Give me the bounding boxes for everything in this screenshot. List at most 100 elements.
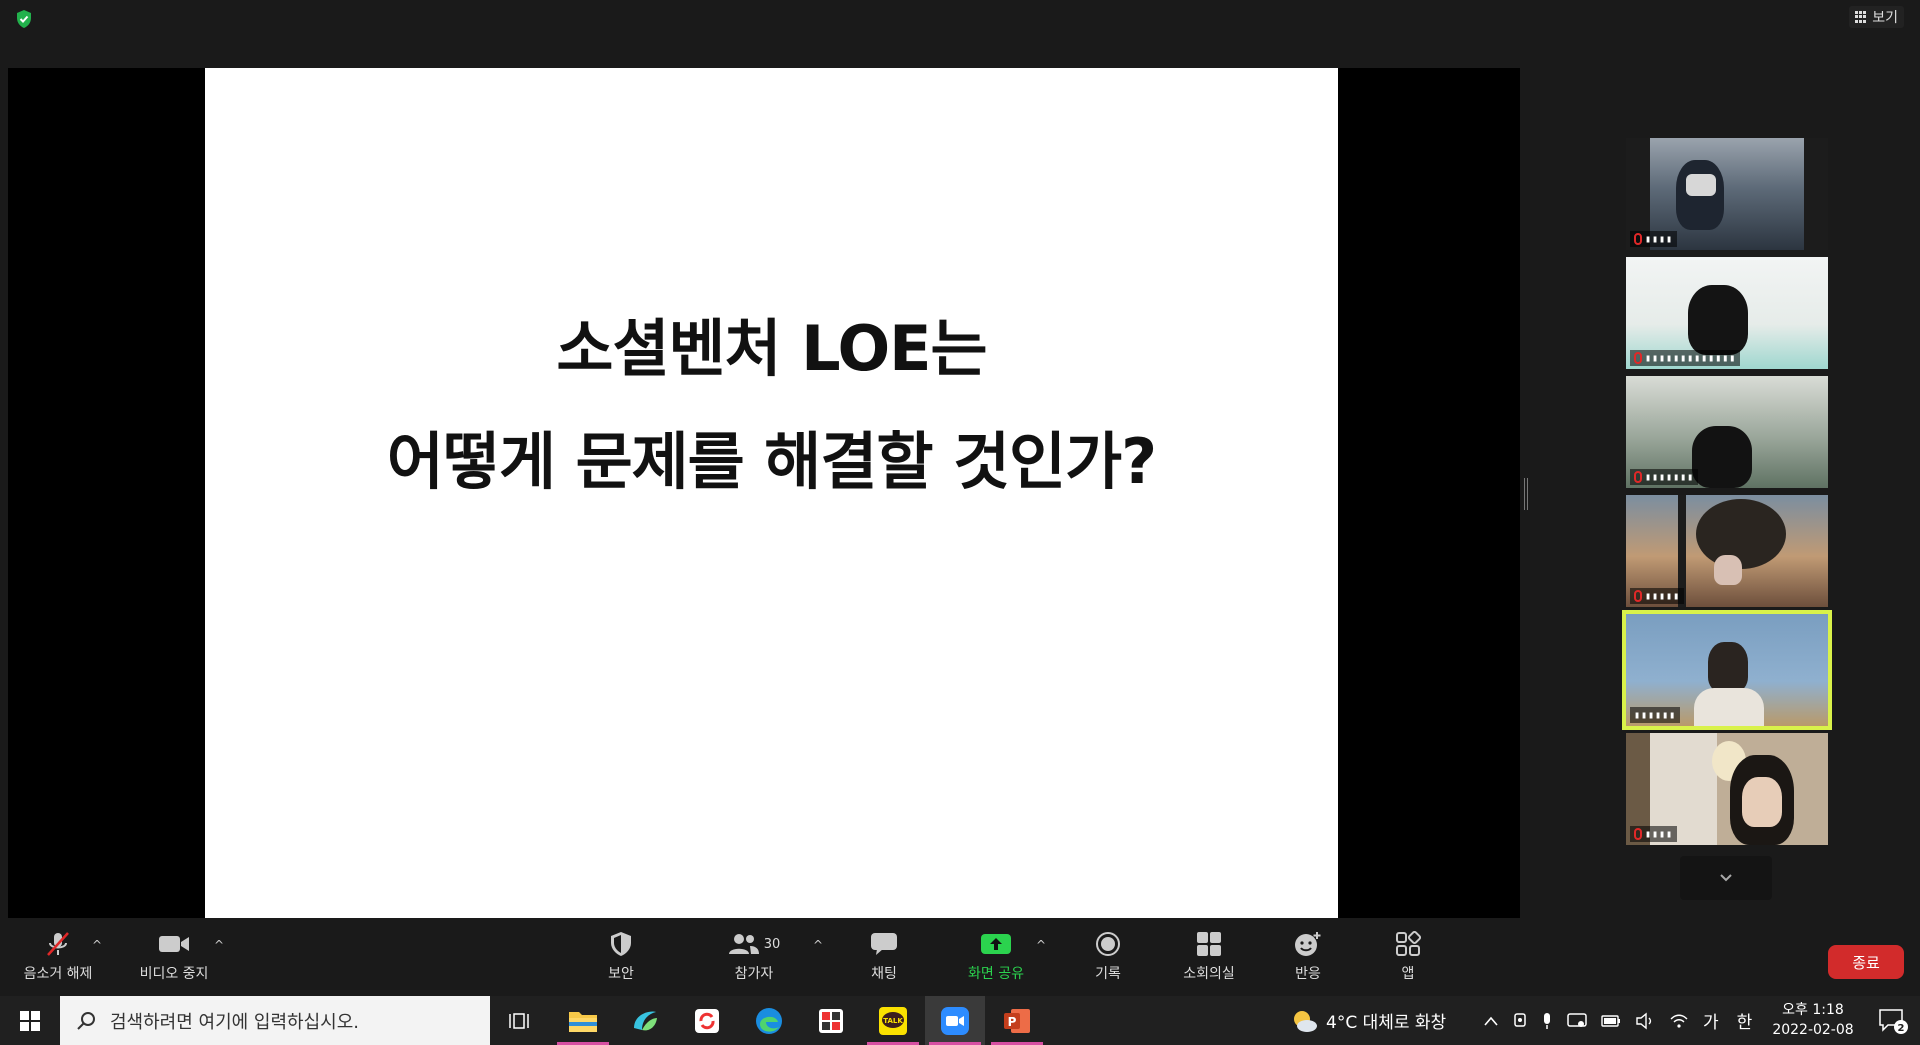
zoom-window: 보기 소셜벤처 LOE는 어떻게 문제를 해결할 것인가? ▮▮▮▮ ▮▮▮▮▮…	[0, 0, 1920, 996]
top-bar: 보기	[0, 0, 1920, 68]
breakout-rooms-label: 소회의실	[1183, 966, 1235, 982]
participant-count: 30	[763, 936, 781, 952]
stop-video-label: 비디오 중지	[139, 966, 209, 982]
video-tile[interactable]: ▮▮▮▮▮▮▮	[1626, 376, 1828, 488]
video-camera-icon	[158, 931, 190, 957]
share-screen-button[interactable]: 화면 공유	[955, 918, 1037, 996]
chat-bubble-icon	[870, 931, 898, 957]
name-label: ▮▮▮▮▮▮	[1630, 707, 1681, 723]
taskbar-kakaotalk[interactable]: TALK	[863, 996, 923, 1045]
apps-button[interactable]: 앱	[1372, 918, 1444, 996]
mic-muted-icon	[1634, 828, 1642, 840]
reactions-label: 반응	[1295, 966, 1321, 982]
system-tray: 가 한	[1483, 996, 1752, 1045]
breakout-rooms-button[interactable]: 소회의실	[1166, 918, 1252, 996]
share-screen-label: 화면 공유	[968, 966, 1024, 982]
sync-app-icon	[695, 1008, 719, 1033]
participants-button[interactable]: 30 참가자	[712, 918, 796, 996]
clock[interactable]: 오후 1:18 2022-02-08	[1768, 1000, 1858, 1040]
battery-icon[interactable]	[1601, 1014, 1621, 1027]
gallery-more-button[interactable]	[1680, 856, 1772, 900]
weather-widget[interactable]: 4°C 대체로 화창	[1290, 996, 1446, 1045]
unmute-button[interactable]: 음소거 해제	[10, 918, 106, 996]
record-label: 기록	[1095, 966, 1121, 982]
taskbar-powerpoint[interactable]: P	[987, 996, 1047, 1045]
audio-options-caret[interactable]: ^	[92, 938, 102, 952]
mic-muted-icon	[1634, 471, 1642, 483]
share-options-caret[interactable]: ^	[1036, 938, 1046, 952]
end-meeting-button[interactable]: 종료	[1828, 945, 1904, 979]
mic-muted-icon	[45, 931, 71, 957]
chevron-up-icon[interactable]	[1483, 1015, 1499, 1027]
search-icon	[77, 1011, 95, 1030]
media-app-icon	[819, 1008, 843, 1033]
mic-muted-icon	[1634, 233, 1642, 245]
chat-button[interactable]: 채팅	[848, 918, 920, 996]
windows-logo-icon	[20, 1010, 40, 1031]
screen-share-tray-icon[interactable]	[1567, 1012, 1587, 1030]
panel-resize-handle[interactable]	[1524, 478, 1528, 510]
folder-icon	[569, 1011, 597, 1032]
security-shield-icon[interactable]	[14, 9, 34, 29]
name-label: ▮▮▮▮▮▮▮▮▮▮▮▮▮	[1630, 350, 1741, 366]
video-options-caret[interactable]: ^	[214, 938, 224, 952]
participant-video	[1692, 426, 1752, 488]
taskbar-edge[interactable]	[739, 996, 799, 1045]
kakaotalk-icon: TALK	[879, 1006, 907, 1035]
windows-taskbar: 검색하려면 여기에 입력하십시오. TALK P 4°C 대체로 화창 가 한 …	[0, 996, 1920, 1045]
search-placeholder: 검색하려면 여기에 입력하십시오.	[110, 1011, 360, 1033]
participants-label: 참가자	[734, 966, 774, 982]
record-icon	[1095, 931, 1121, 957]
partly-sunny-icon	[1294, 1010, 1317, 1032]
svg-text:P: P	[1008, 1015, 1017, 1029]
participant-video	[1688, 285, 1748, 355]
taskbar-search-box[interactable]: 검색하려면 여기에 입력하십시오.	[60, 996, 490, 1045]
stop-video-button[interactable]: 비디오 중지	[126, 918, 222, 996]
video-tile[interactable]: ▮▮▮▮▮	[1626, 495, 1828, 607]
grid-icon	[1855, 11, 1867, 23]
presentation-slide: 소셜벤처 LOE는 어떻게 문제를 해결할 것인가?	[205, 68, 1338, 918]
meeting-controls: 음소거 해제 ^ 비디오 중지 ^ 보안 30 참가자 ^ 채팅 화면 공유 ^…	[0, 918, 1920, 996]
input-method-indicator[interactable]: 가	[1703, 1008, 1719, 1033]
taskbar-app-browser[interactable]	[615, 996, 675, 1045]
video-tile-active-speaker[interactable]: ▮▮▮▮▮▮	[1622, 610, 1832, 730]
camera-tray-icon[interactable]	[1513, 1012, 1527, 1030]
speaker-volume-icon[interactable]	[1635, 1012, 1655, 1030]
participants-icon	[728, 934, 759, 954]
chat-label: 채팅	[871, 966, 897, 982]
slide-title-line2: 어떻게 문제를 해결할 것인가?	[386, 425, 1157, 498]
participants-options-caret[interactable]: ^	[813, 938, 823, 952]
record-button[interactable]: 기록	[1072, 918, 1144, 996]
task-view-icon	[509, 1012, 529, 1029]
mic-muted-icon	[1634, 590, 1642, 602]
clock-time: 오후 1:18	[1782, 1002, 1844, 1018]
slide-title-line1: 소셜벤처 LOE는	[556, 312, 987, 385]
microphone-tray-icon[interactable]	[1541, 1012, 1553, 1030]
input-language-indicator[interactable]: 한	[1737, 1008, 1753, 1033]
video-tile[interactable]: ▮▮▮▮	[1626, 138, 1828, 250]
reactions-button[interactable]: 반응	[1272, 918, 1344, 996]
notification-icon: 2	[1879, 1009, 1908, 1034]
view-button[interactable]: 보기	[1849, 6, 1904, 28]
apps-icon	[1395, 931, 1421, 957]
notification-center-button[interactable]: 2	[1876, 1006, 1910, 1036]
edge-browser-icon	[756, 1007, 782, 1034]
taskbar-app-sync[interactable]	[677, 996, 737, 1045]
security-button[interactable]: 보안	[585, 918, 657, 996]
video-tile[interactable]: ▮▮▮▮	[1626, 733, 1828, 845]
start-button[interactable]	[0, 996, 60, 1045]
svg-text:TALK: TALK	[883, 1017, 903, 1025]
wifi-icon[interactable]	[1669, 1013, 1689, 1029]
share-screen-icon	[980, 931, 1012, 957]
video-tile[interactable]: ▮▮▮▮▮▮▮▮▮▮▮▮▮	[1626, 257, 1828, 369]
notification-count: 2	[1898, 1023, 1905, 1034]
apps-label: 앱	[1401, 966, 1415, 982]
clock-date: 2022-02-08	[1772, 1022, 1854, 1038]
taskbar-app-media[interactable]	[801, 996, 861, 1045]
taskbar-zoom[interactable]	[925, 996, 985, 1045]
name-label: ▮▮▮▮▮▮▮	[1630, 469, 1699, 485]
taskbar-file-explorer[interactable]	[553, 996, 613, 1045]
reaction-smiley-icon	[1294, 931, 1322, 957]
task-view-button[interactable]	[490, 996, 550, 1045]
participant-video	[1708, 642, 1748, 692]
